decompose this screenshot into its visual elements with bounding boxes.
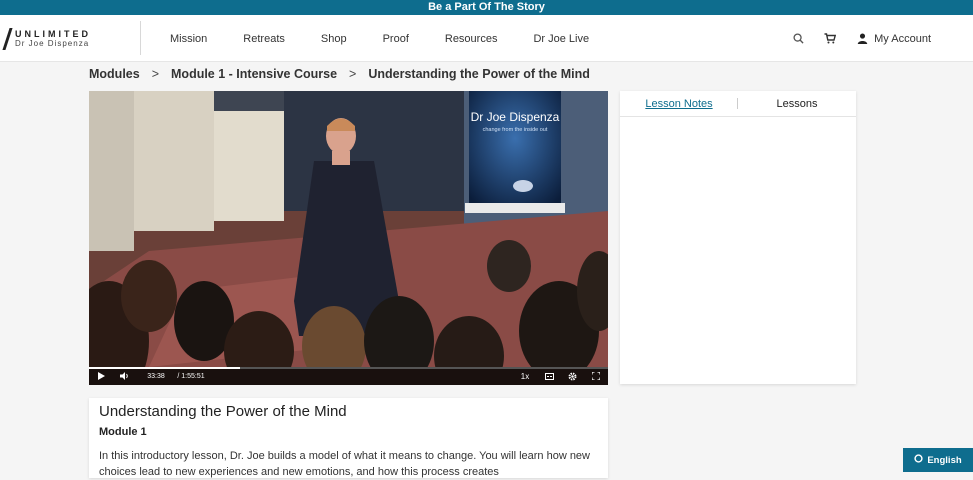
- lesson-description: In this introductory lesson, Dr. Joe bui…: [99, 450, 590, 478]
- nav-item-resources[interactable]: Resources: [445, 33, 498, 45]
- lesson-module-label: Module 1: [99, 426, 147, 438]
- breadcrumb-item-module-1[interactable]: Module 1 - Intensive Course: [171, 67, 337, 81]
- lesson-title: Understanding the Power of the Mind: [99, 403, 347, 420]
- cart-icon[interactable]: [823, 32, 837, 46]
- video-control-bar: 33:38 / 1:55:51 1x: [89, 367, 608, 385]
- logo-slash-mark: [2, 28, 13, 50]
- settings-icon[interactable]: [567, 370, 577, 382]
- language-icon: [914, 454, 923, 466]
- nav-menu: Mission Retreats Shop Proof Resources Dr…: [170, 15, 625, 62]
- current-time: 33:38: [147, 372, 165, 380]
- brand-logo[interactable]: UNLIMITED Dr Joe Dispenza: [2, 28, 91, 50]
- nav-item-mission[interactable]: Mission: [170, 33, 207, 45]
- lesson-side-panel: Lesson Notes Lessons: [620, 91, 856, 384]
- user-icon[interactable]: [855, 32, 869, 46]
- language-selector-button[interactable]: English: [903, 448, 973, 472]
- banner-text[interactable]: Be a Part Of The Story: [428, 1, 545, 13]
- volume-icon[interactable]: [119, 370, 131, 382]
- breadcrumb-separator: >: [349, 67, 357, 81]
- nav-divider: [140, 21, 141, 55]
- side-panel-tabs: Lesson Notes Lessons: [620, 91, 856, 117]
- main-navbar: UNLIMITED Dr Joe Dispenza Mission Retrea…: [0, 15, 973, 62]
- play-icon[interactable]: [96, 370, 106, 382]
- duration: / 1:55:51: [177, 372, 205, 380]
- video-player[interactable]: Dr Joe Dispenza change from the inside o…: [89, 91, 608, 385]
- playback-speed-button[interactable]: 1x: [519, 370, 531, 382]
- tab-lessons[interactable]: Lessons: [738, 91, 856, 117]
- tab-lesson-notes[interactable]: Lesson Notes: [620, 91, 738, 117]
- nav-actions: My Account: [773, 15, 931, 62]
- fullscreen-icon[interactable]: [591, 370, 601, 382]
- video-frame[interactable]: Dr Joe Dispenza change from the inside o…: [89, 91, 608, 367]
- nav-item-proof[interactable]: Proof: [383, 33, 409, 45]
- nav-item-retreats[interactable]: Retreats: [243, 33, 285, 45]
- top-banner[interactable]: Be a Part Of The Story: [0, 0, 973, 15]
- progress-bar[interactable]: [89, 367, 608, 369]
- breadcrumb-separator: >: [151, 67, 160, 81]
- lesson-info-card: Understanding the Power of the Mind Modu…: [89, 398, 608, 478]
- breadcrumb-item-current: Understanding the Power of the Mind: [368, 67, 590, 81]
- breadcrumb-item-modules[interactable]: Modules: [89, 67, 140, 81]
- stage-sign-subtitle: change from the inside out: [483, 127, 548, 133]
- stage-sign-title: Dr Joe Dispenza: [471, 110, 560, 124]
- my-account-link[interactable]: My Account: [874, 33, 931, 45]
- nav-item-shop[interactable]: Shop: [321, 33, 347, 45]
- logo-subtitle: Dr Joe Dispenza: [15, 39, 90, 48]
- search-icon[interactable]: [791, 32, 805, 46]
- nav-item-dr-joe-live[interactable]: Dr Joe Live: [533, 33, 589, 45]
- tab-divider: [737, 98, 738, 109]
- language-label: English: [927, 454, 962, 466]
- breadcrumb: Modules > Module 1 - Intensive Course > …: [89, 66, 590, 82]
- logo-wordmark: UNLIMITED: [15, 29, 91, 39]
- captions-icon[interactable]: [544, 370, 554, 382]
- progress-fill: [89, 367, 240, 369]
